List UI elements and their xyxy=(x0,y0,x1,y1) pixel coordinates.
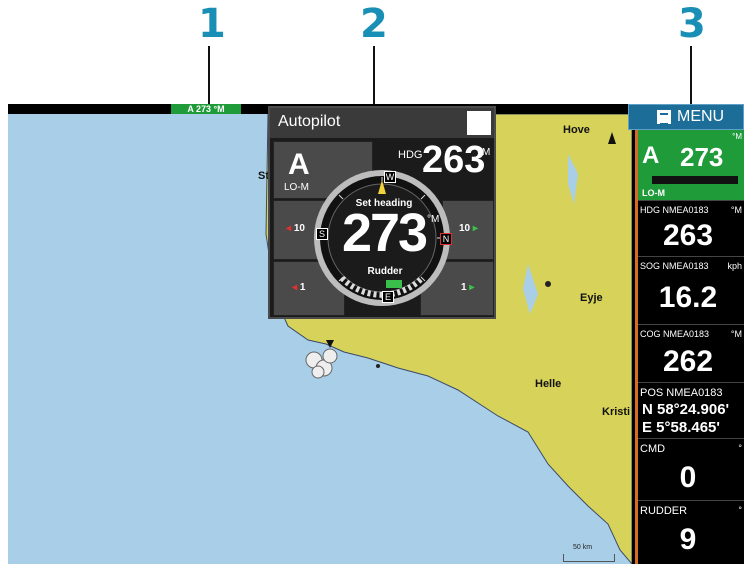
tile-label: RUDDER xyxy=(640,505,688,517)
menu-label: MENU xyxy=(677,108,725,125)
set-heading-unit: °M xyxy=(427,214,440,225)
callout-3: 3 xyxy=(678,1,706,47)
place-label-kristi: Kristi xyxy=(602,406,631,418)
tile-label: SOG NMEA0183 xyxy=(640,261,709,271)
scale-label: 50 km xyxy=(573,544,593,551)
port-10-value: 10 xyxy=(293,223,305,234)
rudder-label: Rudder xyxy=(367,266,403,277)
mode-letter: A xyxy=(288,148,310,181)
rudder-scale xyxy=(652,176,738,184)
lake xyxy=(376,364,380,368)
tile-label: POS NMEA0183 xyxy=(640,387,723,399)
scale-bar xyxy=(563,554,615,562)
ap-tile-mode: A xyxy=(642,142,660,169)
starboard-1-value: 1 xyxy=(461,282,467,293)
instrument-panel: °M A 273 LO-M HDG NMEA0183 °M 263 SOG NM… xyxy=(635,130,744,564)
ap-tile-value: 273 xyxy=(680,142,724,172)
compass-letter-west: W xyxy=(384,171,396,183)
port-10-label: ◂ 10 xyxy=(286,223,305,234)
cog-tile[interactable]: COG NMEA0183 °M 262 xyxy=(638,324,744,382)
starboard-arrow-icon: ▸ xyxy=(472,223,478,234)
autopilot-dialog: Autopilot ✕ A LO-M HDG 263 °M ◂ 10 10 ▸ … xyxy=(268,106,496,319)
tile-unit: °M xyxy=(730,205,742,215)
compass-letter-south: S xyxy=(316,228,328,240)
heading-label: HDG xyxy=(398,149,423,161)
tile-value: 9 xyxy=(679,523,697,556)
ap-tile-sub: LO-M xyxy=(642,188,665,198)
heading-unit: °M xyxy=(478,147,491,158)
callout-1: 1 xyxy=(198,1,226,47)
menu-button[interactable]: MENU xyxy=(628,104,744,130)
starboard-10-label: 10 ▸ xyxy=(459,223,478,234)
cmd-tile[interactable]: CMD ° 0 xyxy=(638,438,744,500)
starboard-10-value: 10 xyxy=(459,223,471,234)
tile-unit: kph xyxy=(727,261,742,271)
close-icon: ✕ xyxy=(475,119,489,136)
autopilot-status-indicator[interactable]: A 273 °M xyxy=(171,104,241,114)
tile-value: 262 xyxy=(662,345,714,378)
place-label-hove: Hove xyxy=(563,124,590,136)
port-1-label: ◂ 1 xyxy=(292,282,305,293)
autopilot-tile[interactable]: °M A 273 LO-M xyxy=(638,130,744,200)
tile-value: 0 xyxy=(679,461,697,494)
callout-2: 2 xyxy=(360,1,388,47)
display-screen: A 273 °M Hove Eyje Helle Kristi St 50 km xyxy=(8,104,744,564)
compass-letter-north: N xyxy=(440,233,452,245)
lake xyxy=(545,281,551,287)
place-label-eyje: Eyje xyxy=(580,292,603,304)
tile-unit: ° xyxy=(738,443,742,453)
tile-value: 263 xyxy=(662,219,714,252)
tile-unit: °M xyxy=(730,329,742,339)
pos-tile[interactable]: POS NMEA0183 N 58°24.906' E 5°58.465' xyxy=(638,382,744,438)
tile-label: COG NMEA0183 xyxy=(640,329,710,339)
ap-tile-unit: °M xyxy=(732,132,742,141)
starboard-arrow-icon: ▸ xyxy=(469,282,475,293)
sog-tile[interactable]: SOG NMEA0183 kph 16.2 xyxy=(638,256,744,324)
port-arrow-icon: ◂ xyxy=(286,223,292,234)
starboard-1-label: 1 ▸ xyxy=(461,282,474,293)
autopilot-title: Autopilot xyxy=(278,113,341,130)
rudder-tile[interactable]: RUDDER ° 9 xyxy=(638,500,744,564)
pos-longitude: E 5°58.465' xyxy=(642,419,720,436)
port-1-value: 1 xyxy=(299,282,306,293)
menu-icon xyxy=(657,110,671,125)
compass-letter-east: E xyxy=(382,291,394,303)
tile-label: CMD xyxy=(640,443,666,455)
port-arrow-icon: ◂ xyxy=(292,282,298,293)
tile-unit: ° xyxy=(738,505,742,515)
close-button[interactable]: ✕ xyxy=(467,111,491,136)
set-heading-value: 273 xyxy=(341,203,428,263)
tile-value: 16.2 xyxy=(658,281,718,314)
autopilot-titlebar: Autopilot ✕ xyxy=(270,108,494,138)
pos-latitude: N 58°24.906' xyxy=(642,401,730,418)
tile-label: HDG NMEA0183 xyxy=(640,205,709,215)
place-label-helle: Helle xyxy=(535,378,562,390)
callout-1-leader xyxy=(208,46,210,108)
hdg-tile[interactable]: HDG NMEA0183 °M 263 xyxy=(638,200,744,256)
mode-sub-label: LO-M xyxy=(284,182,309,193)
